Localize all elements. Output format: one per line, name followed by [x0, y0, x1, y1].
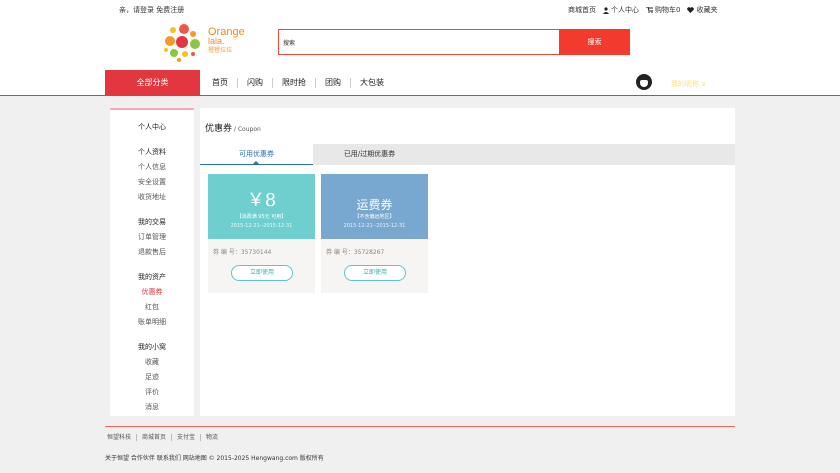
- top-link-favorites[interactable]: 收藏夹: [687, 5, 717, 15]
- user-icon: [603, 6, 609, 14]
- sidebar-group-profile: 个人资料: [138, 148, 166, 156]
- coupon-panel: 优惠券 / Coupon 可用优惠券 已用/过期优惠券 ￥8 【消费满 95元 …: [200, 108, 735, 416]
- logo-dots-icon: [164, 24, 200, 62]
- sidebar-item-orders[interactable]: 订单管理: [110, 232, 194, 242]
- avatar[interactable]: [636, 74, 652, 90]
- use-coupon-button[interactable]: 立即使用: [231, 265, 293, 281]
- sidebar-item-favorites[interactable]: 收藏: [110, 357, 194, 367]
- coupon-validity: 2015-12-21--2015-12-31: [343, 223, 406, 229]
- header: Orange lala. 橙橙拉拉 搜索 搜索: [0, 20, 840, 70]
- sidebar-item-reviews[interactable]: 评价: [110, 387, 194, 397]
- nav-link-group-buy[interactable]: 团购: [315, 78, 350, 88]
- coupon-card: 运费券 【不含偏远地区】 2015-12-21--2015-12-31 券 编 …: [321, 174, 428, 293]
- top-link-cart[interactable]: 购物车0: [646, 5, 680, 15]
- sidebar-item-security[interactable]: 安全设置: [110, 177, 194, 187]
- coupon-code: 券 编 号：35728267: [326, 249, 385, 256]
- sidebar-item-footprints[interactable]: 足迹: [110, 372, 194, 382]
- nav-link-flash-sale[interactable]: 闪购: [237, 78, 272, 88]
- coupon-condition: 【消费满 95元 可用】: [236, 214, 287, 220]
- search-button[interactable]: 搜索: [559, 29, 630, 55]
- footer-link[interactable]: 商城首页: [136, 434, 171, 441]
- sidebar-group-nest: 我的小窝: [138, 343, 166, 351]
- coupon-condition: 【不含偏远地区】: [354, 214, 395, 220]
- sidebar-title[interactable]: 个人中心: [110, 122, 194, 132]
- user-nickname-dropdown[interactable]: 我的昵称 ∨: [671, 79, 706, 89]
- coupon-tabs: 可用优惠券 已用/过期优惠券: [200, 144, 735, 165]
- sidebar-item-coupons[interactable]: 优惠券: [110, 287, 194, 297]
- search-placeholder: 搜索: [283, 40, 296, 47]
- footer-link[interactable]: 物流: [200, 434, 223, 441]
- footer-links: 恒望科技 商城首页 支付宝 物流: [107, 434, 223, 441]
- sidebar-group-assets: 我的资产: [138, 273, 166, 281]
- sidebar-item-refunds[interactable]: 退款售后: [110, 247, 194, 257]
- avatar-face-icon: [640, 80, 648, 87]
- cart-icon: [646, 7, 653, 13]
- top-link-user-center[interactable]: 个人中心: [603, 5, 639, 15]
- copyright-text: 关于恒望 合作伙伴 联系我们 网站地图 © 2015-2025 Hengwang…: [105, 455, 324, 462]
- top-links: 商城首页 个人中心 购物车0 收藏夹: [568, 5, 717, 15]
- tab-available-coupons[interactable]: 可用优惠券: [200, 144, 313, 165]
- nav-link-bulk-pack[interactable]: 大包装: [350, 78, 393, 88]
- use-coupon-button[interactable]: 立即使用: [344, 265, 406, 281]
- sidebar-item-red-packets[interactable]: 红包: [110, 302, 194, 312]
- footer-link[interactable]: 恒望科技: [107, 434, 136, 441]
- sidebar-item-messages[interactable]: 消息: [110, 402, 194, 412]
- all-categories-button[interactable]: 全部分类: [105, 70, 200, 95]
- coupon-validity: 2015-12-21--2015-12-31: [230, 223, 293, 229]
- tab-used-expired-coupons[interactable]: 已用/过期优惠券: [313, 144, 426, 165]
- coupon-face: 运费券 【不含偏远地区】 2015-12-21--2015-12-31: [321, 174, 428, 239]
- sidebar-item-address[interactable]: 收货地址: [110, 192, 194, 202]
- sidebar-item-personal-info[interactable]: 个人信息: [110, 162, 194, 172]
- footer-link[interactable]: 支付宝: [171, 434, 200, 441]
- coupon-code: 券 编 号：35730144: [213, 249, 272, 256]
- coupon-type: 运费券: [356, 198, 393, 212]
- logo-text: Orange lala. 橙橙拉拉: [208, 26, 245, 55]
- footer-divider: [105, 426, 735, 427]
- page-title: 优惠券 / Coupon: [205, 124, 261, 134]
- nav-link-home[interactable]: 首页: [212, 78, 237, 88]
- sidebar-item-bills[interactable]: 账单明细: [110, 317, 194, 327]
- top-bar: 亲，请登录 免费注册 商城首页 个人中心 购物车0 收藏夹: [0, 0, 840, 20]
- nav-link-limited-time[interactable]: 限时抢: [272, 78, 315, 88]
- sidebar-group-trade: 我的交易: [138, 218, 166, 226]
- heart-icon: [687, 7, 695, 13]
- account-sidebar: 个人中心 个人资料 个人信息 安全设置 收货地址 我的交易 订单管理 退款售后 …: [110, 108, 194, 416]
- coupon-card: ￥8 【消费满 95元 可用】 2015-12-21--2015-12-31 券…: [208, 174, 315, 293]
- page-subtitle: / Coupon: [232, 126, 261, 133]
- main-nav: 全部分类 首页 闪购 限时抢 团购 大包装 我的昵称 ∨: [0, 70, 840, 96]
- top-link-home[interactable]: 商城首页: [568, 5, 596, 15]
- coupon-face: ￥8 【消费满 95元 可用】 2015-12-21--2015-12-31: [208, 174, 315, 239]
- search-input[interactable]: 搜索: [278, 29, 560, 55]
- coupon-amount: ￥8: [246, 190, 277, 211]
- site-logo[interactable]: Orange lala. 橙橙拉拉: [162, 22, 254, 64]
- nav-links: 首页 闪购 限时抢 团购 大包装: [212, 78, 393, 88]
- login-greeting[interactable]: 亲，请登录 免费注册: [119, 5, 184, 15]
